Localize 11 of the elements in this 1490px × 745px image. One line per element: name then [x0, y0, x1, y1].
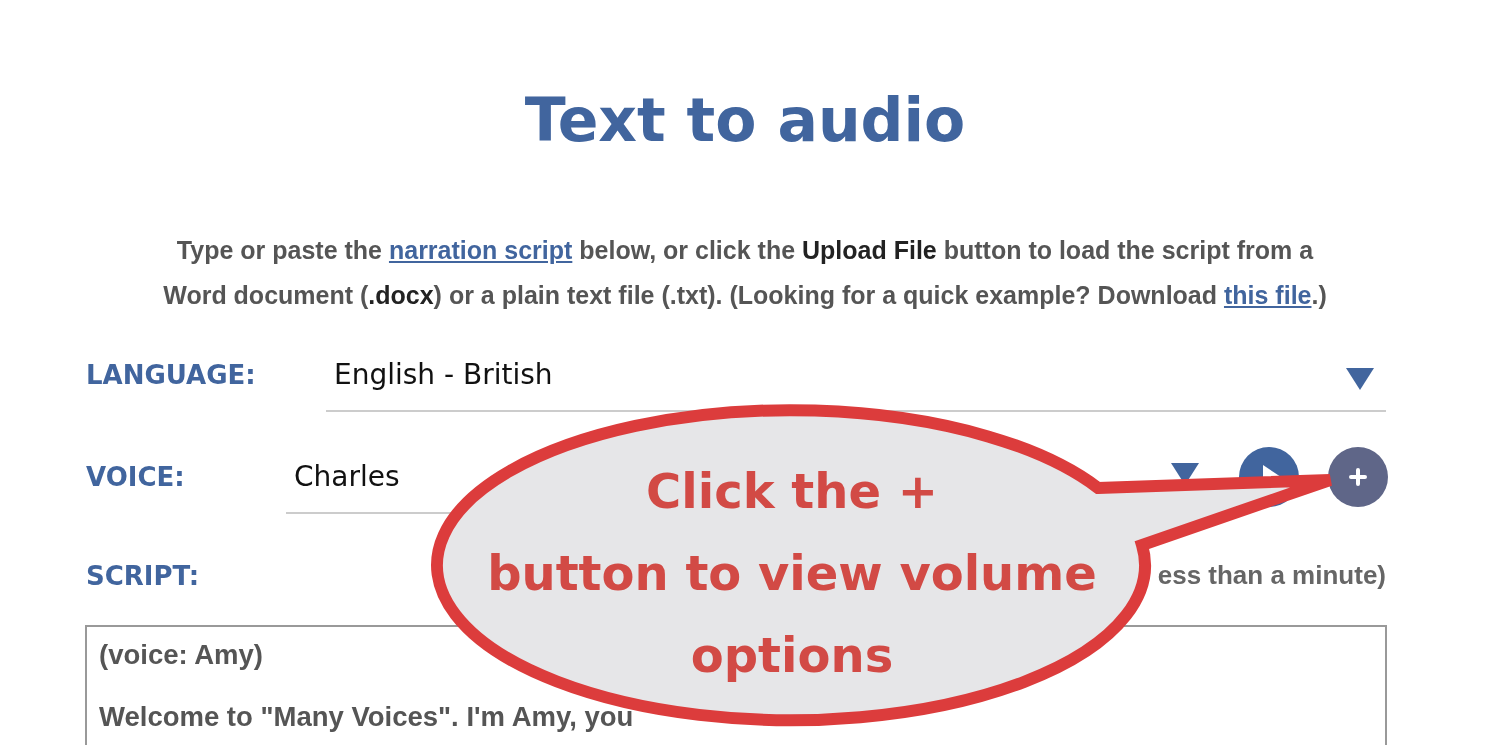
field-label: LANGUAGE:	[86, 360, 257, 390]
field-label: VOICE:	[86, 462, 186, 492]
script-line: (voice: Amy)	[99, 639, 264, 671]
add-button[interactable]	[1328, 447, 1388, 507]
caret-icon	[1346, 368, 1374, 390]
duration-note: ess than a minute)	[1157, 560, 1386, 591]
field-label: SCRIPT:	[86, 560, 200, 591]
page-title: Text to audio	[523, 84, 967, 156]
intro-paragraph: Type or paste the narration script below, or click the Upload File button to load the script from a Word document (.docx) or a plain text file (.txt). (Looking for a quick example? Download this file.)	[162, 235, 1328, 311]
link[interactable]: narration script	[388, 236, 573, 264]
script-line: Welcome to "Many Voices". I'm Amy, you	[99, 701, 634, 733]
